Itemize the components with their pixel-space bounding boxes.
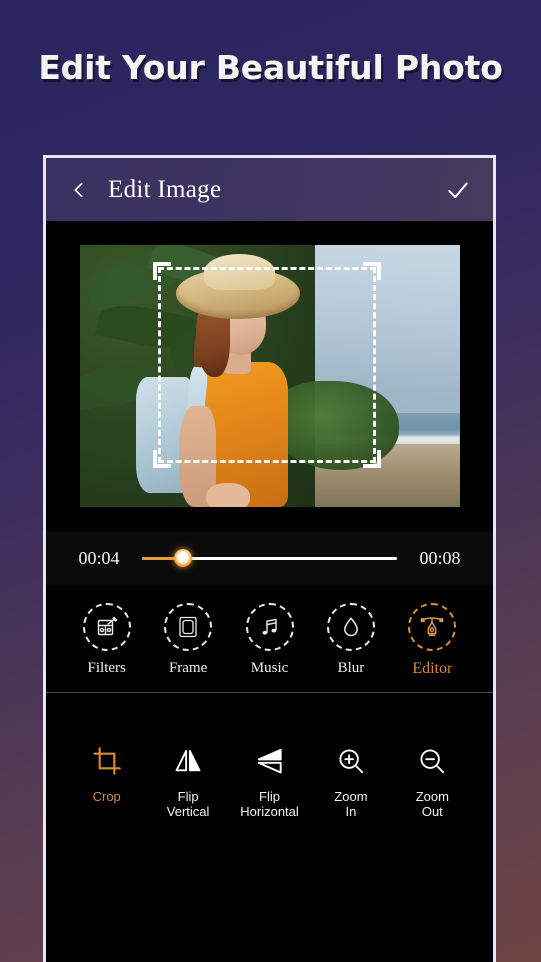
zoom-out-icon — [412, 741, 452, 781]
tool-frame[interactable]: Frame — [147, 603, 228, 677]
timeline-slider[interactable] — [142, 548, 397, 568]
check-icon[interactable] — [443, 175, 473, 205]
photo-stage — [46, 221, 493, 531]
timeline-bar: 00:04 00:08 — [46, 531, 493, 585]
action-crop[interactable]: Crop — [66, 741, 147, 805]
flip-vertical-icon — [168, 741, 208, 781]
flip-horizontal-icon — [250, 741, 290, 781]
action-flip-horizontal[interactable]: Flip Horizontal — [229, 741, 310, 820]
tool-music[interactable]: Music — [229, 603, 310, 677]
phone-screen: Edit Image 00:04 00:08 Filters Frame Mus… — [46, 158, 493, 962]
phone-frame: Edit Image 00:04 00:08 Filters Frame Mus… — [43, 155, 496, 962]
music-note-icon — [245, 603, 294, 651]
current-time-label: 00:04 — [78, 547, 120, 568]
tool-label: Music — [250, 660, 289, 676]
action-flip-vertical[interactable]: Flip Vertical — [147, 741, 228, 820]
action-label: Flip Vertical — [166, 788, 210, 820]
total-time-label: 00:08 — [419, 547, 461, 568]
photo-canvas[interactable] — [79, 245, 460, 507]
page-title: Edit Your Beautiful Photo — [38, 48, 503, 87]
tool-label: Frame — [168, 660, 208, 676]
frame-icon — [164, 603, 213, 651]
action-zoom-in[interactable]: Zoom In — [310, 741, 391, 820]
action-label: Flip Horizontal — [240, 788, 299, 820]
action-label: Crop — [92, 788, 121, 804]
crop-icon — [87, 741, 127, 781]
water-drop-icon — [326, 603, 375, 651]
action-label: Zoom In — [334, 788, 368, 820]
tool-blur[interactable]: Blur — [310, 603, 391, 677]
tool-filters[interactable]: Filters — [66, 603, 147, 677]
tool-row-primary: Filters Frame Music Blur Editor — [46, 585, 493, 692]
tool-editor[interactable]: Editor — [392, 603, 473, 678]
filters-icon — [82, 603, 131, 651]
chevron-left-icon[interactable] — [66, 177, 92, 203]
pen-tool-icon — [408, 603, 457, 651]
tool-label: Filters — [87, 660, 126, 676]
app-bar: Edit Image — [46, 158, 493, 221]
photo-subject — [135, 253, 326, 507]
slider-thumb[interactable] — [173, 549, 192, 567]
tool-label: Editor — [412, 660, 453, 677]
zoom-in-icon — [331, 741, 371, 781]
action-label: Zoom Out — [415, 788, 449, 820]
tool-label: Blur — [337, 660, 365, 676]
app-bar-title: Edit Image — [108, 175, 222, 203]
photo-image — [79, 245, 460, 507]
tool-row-editor-actions: Crop Flip Vertical Flip Horizontal Zoom … — [46, 692, 493, 840]
action-zoom-out[interactable]: Zoom Out — [392, 741, 473, 820]
